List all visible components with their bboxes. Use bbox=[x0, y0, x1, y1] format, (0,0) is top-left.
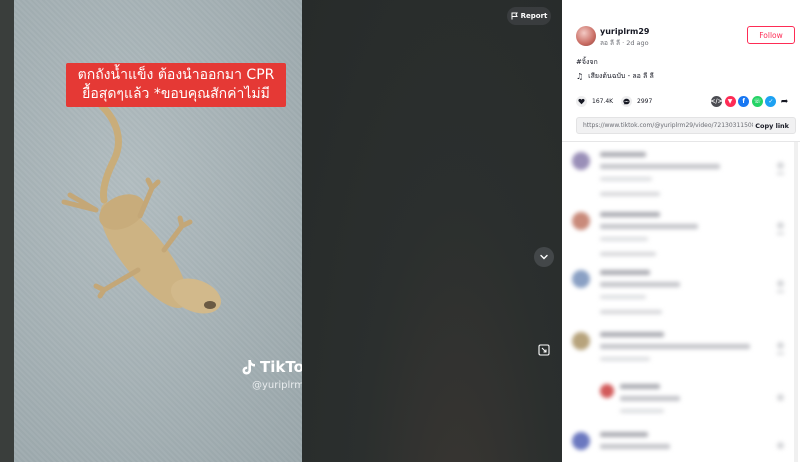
music-link[interactable]: ♫ เสียงต้นฉบับ - ลอ ลี ลี bbox=[576, 71, 654, 82]
comment-avatar bbox=[572, 432, 590, 450]
comment-meta bbox=[600, 177, 652, 181]
comment-text bbox=[620, 396, 680, 401]
video-info-panel: yuriplrm29 ลอ ลี ลี · 2d ago Follow #จิ้… bbox=[562, 0, 800, 462]
heart-icon bbox=[576, 96, 587, 107]
share-link-url[interactable]: https://www.tiktok.com/@yuriplrm29/video… bbox=[583, 122, 753, 129]
share-arrow-icon[interactable]: ➦ bbox=[779, 96, 790, 107]
chevron-down-icon bbox=[540, 254, 548, 260]
comment-author bbox=[600, 152, 646, 157]
comment-author bbox=[600, 332, 664, 337]
comment-heart-icon[interactable] bbox=[777, 222, 784, 229]
comment-avatar bbox=[572, 152, 590, 170]
comment-author bbox=[600, 212, 660, 217]
whatsapp-icon[interactable]: ☏ bbox=[751, 96, 763, 107]
comments-scrollbar[interactable] bbox=[794, 142, 798, 462]
picture-in-picture-icon bbox=[538, 344, 550, 356]
comment-heart-icon[interactable] bbox=[777, 394, 784, 401]
video-caption: ตกถังน้ำแข็ง ต้องนำออกมา CPR ยื้อสุดๆแล้… bbox=[66, 63, 286, 107]
embed-icon[interactable]: </> bbox=[710, 96, 723, 107]
comment-count: 2997 bbox=[637, 98, 653, 105]
comment-icon bbox=[621, 96, 632, 107]
post-description[interactable]: #จิ้งจก bbox=[576, 57, 598, 68]
view-replies[interactable] bbox=[600, 310, 662, 314]
view-replies[interactable] bbox=[600, 252, 656, 256]
comment-author bbox=[620, 384, 660, 389]
post-time: 2d ago bbox=[626, 39, 649, 47]
comment-avatar bbox=[572, 212, 590, 230]
stage-backdrop-right bbox=[302, 0, 562, 462]
next-video-button[interactable] bbox=[534, 247, 554, 267]
tiktok-watermark: TikTok bbox=[242, 358, 302, 376]
comment-like-count bbox=[777, 290, 784, 293]
share-row: </> ▼ f ☏ ✓ ➦ bbox=[710, 96, 793, 107]
view-replies[interactable] bbox=[600, 192, 660, 196]
comments-list[interactable] bbox=[562, 142, 800, 462]
comment-text bbox=[600, 282, 680, 287]
comment-heart-icon[interactable] bbox=[777, 342, 784, 349]
tiktok-watermark-text: TikTok bbox=[260, 358, 302, 376]
share-link-box: https://www.tiktok.com/@yuriplrm29/video… bbox=[576, 117, 796, 134]
comment-author bbox=[600, 432, 648, 437]
author-avatar[interactable] bbox=[576, 26, 596, 46]
comment-button[interactable]: 2997 bbox=[621, 96, 652, 107]
picture-in-picture-button[interactable] bbox=[537, 343, 551, 357]
comment-like-count bbox=[777, 352, 784, 355]
comment-avatar bbox=[600, 384, 614, 398]
comment-heart-icon[interactable] bbox=[777, 442, 784, 449]
comment-avatar bbox=[572, 332, 590, 350]
comment-text bbox=[600, 164, 720, 169]
follow-button[interactable]: Follow bbox=[747, 26, 795, 44]
twitter-icon[interactable]: ✓ bbox=[765, 96, 777, 107]
tiktok-logo-icon bbox=[242, 360, 255, 375]
comment-like-count bbox=[777, 232, 784, 235]
gecko-image bbox=[61, 102, 222, 314]
comment-meta bbox=[620, 409, 664, 413]
like-button[interactable]: 167.4K bbox=[576, 96, 613, 107]
caption-line-2: ยื้อสุดๆแล้ว *ขอบคุณสักค่าไม่มี bbox=[82, 86, 270, 102]
report-label: Report bbox=[520, 12, 548, 20]
comment-meta bbox=[600, 357, 650, 361]
pinterest-icon[interactable]: ▼ bbox=[724, 96, 736, 107]
comment-text bbox=[600, 344, 750, 349]
comment-avatar bbox=[572, 270, 590, 288]
comment-heart-icon[interactable] bbox=[777, 162, 784, 169]
music-note-icon: ♫ bbox=[576, 72, 584, 81]
author-display-name: ลอ ลี ลี bbox=[600, 39, 620, 47]
video-stage: ตกถังน้ำแข็ง ต้องนำออกมา CPR ยื้อสุดๆแล้… bbox=[0, 0, 562, 462]
watermark-username: @yuriplrm29 bbox=[252, 380, 302, 391]
comment-meta bbox=[600, 237, 648, 241]
video-player[interactable]: ตกถังน้ำแข็ง ต้องนำออกมา CPR ยื้อสุดๆแล้… bbox=[14, 0, 302, 462]
comment-text bbox=[600, 444, 670, 449]
comment-like-count bbox=[777, 172, 784, 175]
comment-text bbox=[600, 224, 698, 229]
caption-line-1: ตกถังน้ำแข็ง ต้องนำออกมา CPR bbox=[77, 67, 275, 83]
author-meta: ลอ ลี ลี · 2d ago bbox=[600, 38, 649, 48]
comment-heart-icon[interactable] bbox=[777, 280, 784, 287]
like-count: 167.4K bbox=[592, 98, 614, 105]
comment-author bbox=[600, 270, 650, 275]
stage-backdrop-left bbox=[0, 0, 14, 462]
facebook-icon[interactable]: f bbox=[738, 96, 750, 107]
flag-icon bbox=[511, 12, 518, 20]
author-username[interactable]: yuriplrm29 bbox=[600, 27, 649, 36]
comment-meta bbox=[600, 295, 646, 299]
music-title: เสียงต้นฉบับ - ลอ ลี ลี bbox=[588, 72, 654, 80]
report-button[interactable]: Report bbox=[507, 7, 551, 25]
copy-link-button[interactable]: Copy link bbox=[755, 122, 789, 130]
